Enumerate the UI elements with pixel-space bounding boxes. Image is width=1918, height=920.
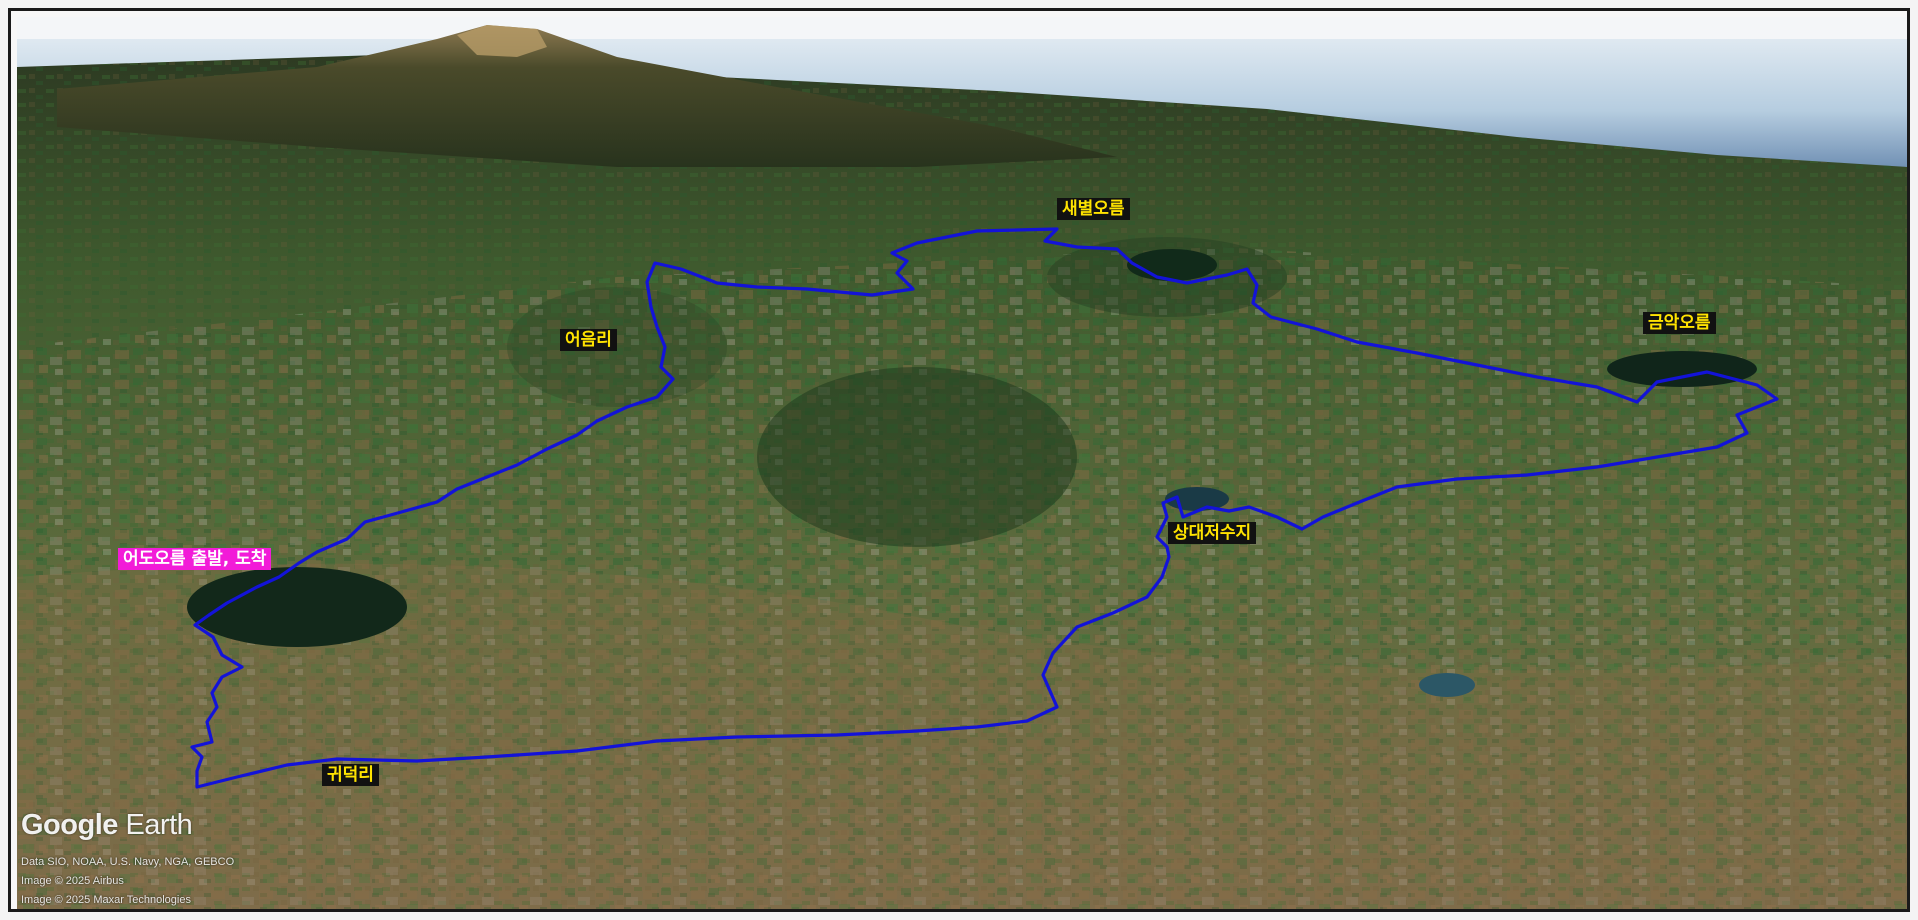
- attribution-line: Image © 2025 Airbus: [21, 875, 124, 887]
- geumak-oreum-crater: [1607, 351, 1757, 387]
- sangdae-reservoir-label: 상대저수지: [1168, 522, 1257, 544]
- geumak-oreum-label: 금악오름: [1643, 312, 1716, 334]
- satellite-map-view[interactable]: [17, 17, 1907, 909]
- attribution-line: Data SIO, NOAA, U.S. Navy, NGA, GEBCO: [21, 856, 235, 868]
- google-earth-logo: Google Earth: [21, 809, 193, 842]
- small-reservoir: [1419, 673, 1475, 697]
- logo-product: Earth: [125, 809, 193, 841]
- saebyeol-oreum-label: 새별오름: [1057, 198, 1130, 220]
- imagery-attribution: Data SIO, NOAA, U.S. Navy, NGA, GEBCO Im…: [21, 853, 235, 909]
- start-end-point-label: 어도오름 출발, 도착: [118, 548, 272, 570]
- gwideok-ri-label: 귀덕리: [322, 764, 379, 786]
- saebyeol-oreum: [1127, 249, 1217, 281]
- eoeum-ri-label: 어음리: [560, 329, 617, 351]
- map-frame: 새별오름 어음리 금악오름 상대저수지 어도오름 출발, 도착 귀덕리 Goog…: [8, 8, 1910, 912]
- logo-brand: Google: [21, 809, 118, 841]
- attribution-line: Image © 2025 Maxar Technologies: [21, 894, 191, 906]
